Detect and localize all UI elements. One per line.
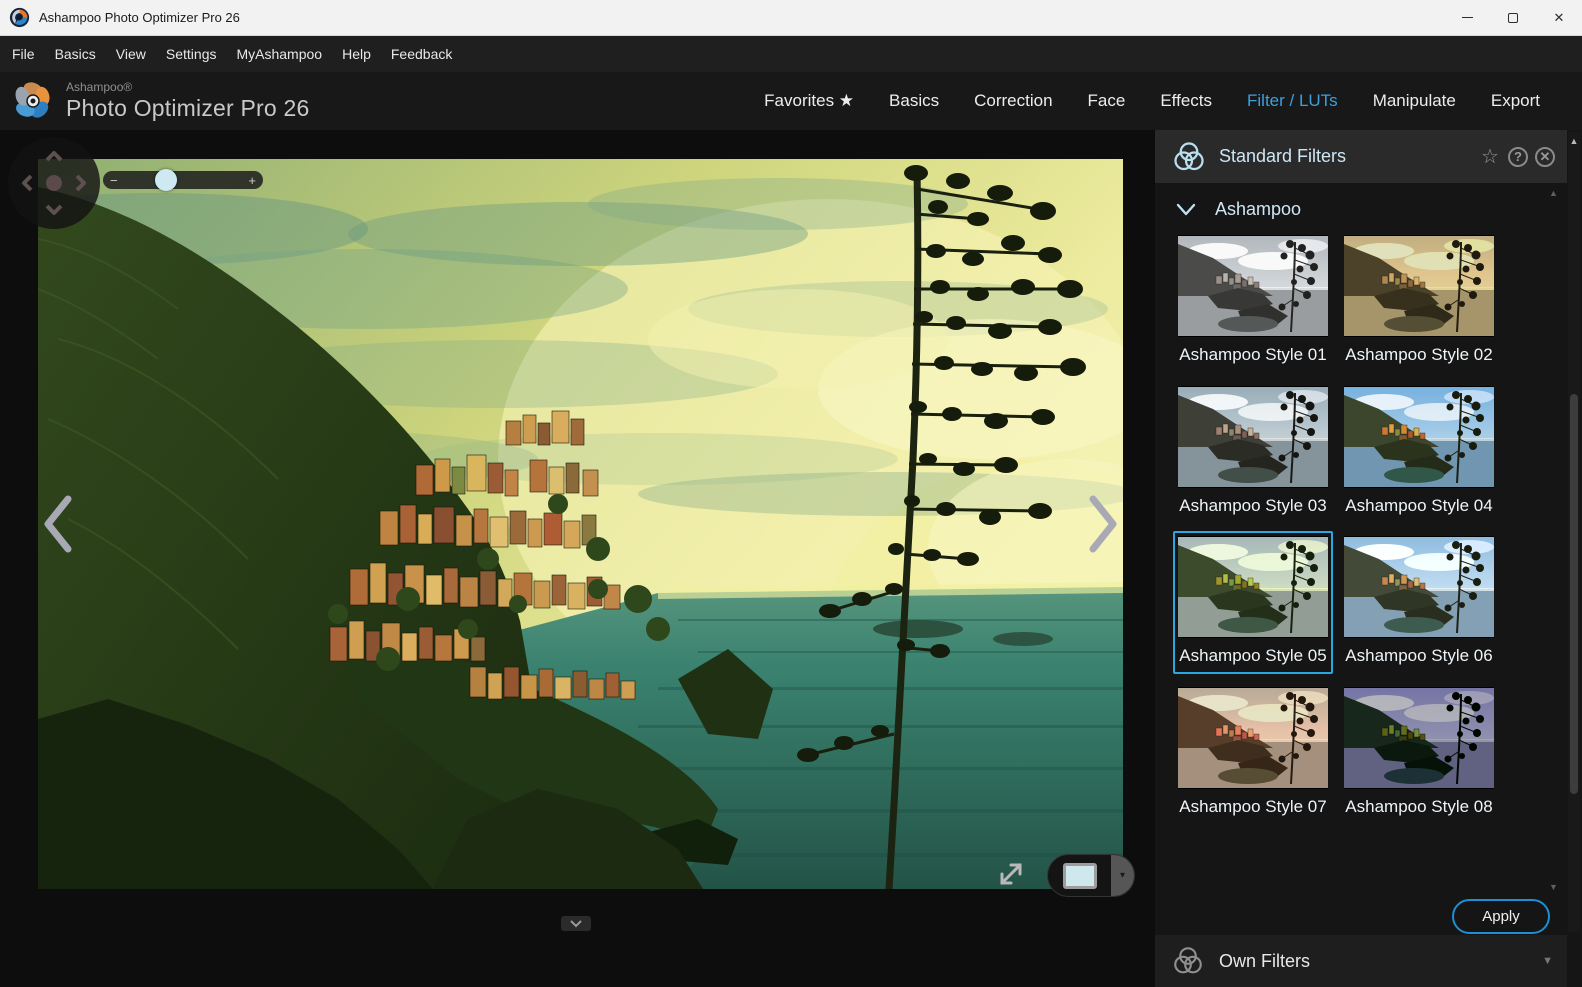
filter-thumbnail — [1178, 235, 1328, 337]
viewer-area: − + ▾ — [0, 130, 1155, 987]
filter-thumbnail — [1178, 386, 1328, 488]
tab-basics[interactable]: Basics — [889, 91, 939, 111]
filter-thumbnail — [1344, 536, 1494, 638]
apply-button[interactable]: Apply — [1452, 899, 1550, 934]
filter-item-02[interactable]: Ashampoo Style 02 — [1339, 230, 1499, 373]
window-controls: ✕ — [1444, 0, 1582, 35]
close-button[interactable]: ✕ — [1536, 0, 1582, 35]
zoom-slider[interactable]: − + — [103, 171, 263, 189]
scrollbar-thumb[interactable] — [1570, 394, 1578, 794]
panel-scrollbar[interactable]: ▲ — [1568, 132, 1580, 932]
filter-thumbnail — [1178, 687, 1328, 789]
filters-grid: Ashampoo Style 01 Ashampoo Style 02 Asha… — [1173, 230, 1563, 825]
filter-item-04[interactable]: Ashampoo Style 04 — [1339, 381, 1499, 524]
filter-label: Ashampoo Style 03 — [1178, 494, 1328, 519]
list-scroll-up-icon[interactable]: ▲ — [1549, 188, 1558, 198]
zoom-in-icon[interactable]: + — [248, 173, 256, 188]
filters-panel-header: Standard Filters ☆ ? ✕ — [1155, 130, 1567, 183]
ashampoo-swirl-icon — [10, 78, 56, 124]
tab-effects[interactable]: Effects — [1160, 91, 1212, 111]
filter-item-08[interactable]: Ashampoo Style 08 — [1339, 682, 1499, 825]
standard-filters-icon — [1171, 139, 1207, 175]
pan-control[interactable] — [8, 137, 100, 229]
tab-correction[interactable]: Correction — [974, 91, 1052, 111]
photo-manarola-filtered — [38, 159, 1123, 889]
next-image-button[interactable] — [1086, 494, 1120, 554]
filter-label: Ashampoo Style 02 — [1344, 343, 1494, 368]
filter-group-ashampoo[interactable]: Ashampoo — [1173, 196, 1301, 222]
collapse-toolbar-tab[interactable] — [561, 916, 591, 931]
list-scroll-down-icon[interactable]: ▼ — [1549, 882, 1558, 892]
scrollbar-up-icon[interactable]: ▲ — [1568, 136, 1580, 146]
filter-item-07[interactable]: Ashampoo Style 07 — [1173, 682, 1333, 825]
own-filters-section[interactable]: Own Filters ▼ — [1155, 935, 1567, 987]
maximize-button[interactable] — [1490, 0, 1536, 35]
menu-settings[interactable]: Settings — [156, 46, 227, 62]
filter-item-01[interactable]: Ashampoo Style 01 — [1173, 230, 1333, 373]
own-filters-label: Own Filters — [1219, 951, 1310, 972]
panel-title: Standard Filters — [1219, 146, 1346, 167]
tab-filter-luts[interactable]: Filter / LUTs — [1247, 91, 1338, 111]
view-mode-button[interactable]: ▾ — [1047, 854, 1135, 897]
own-filters-scroll-icon[interactable]: ▼ — [1542, 955, 1553, 967]
app-window: Ashampoo Photo Optimizer Pro 26 ✕ File B… — [0, 0, 1582, 987]
own-filters-icon — [1171, 944, 1205, 978]
filter-label: Ashampoo Style 04 — [1344, 494, 1494, 519]
zoom-slider-thumb[interactable] — [155, 169, 177, 191]
menu-file[interactable]: File — [10, 46, 45, 62]
favorite-star-icon[interactable]: ☆ — [1479, 146, 1501, 168]
menu-feedback[interactable]: Feedback — [381, 46, 462, 62]
view-mode-dropdown[interactable]: ▾ — [1111, 855, 1134, 896]
main-tabs: Favorites ★ Basics Correction Face Effec… — [764, 91, 1582, 111]
panel-close-icon[interactable]: ✕ — [1535, 147, 1555, 167]
menu-myashampoo[interactable]: MyAshampoo — [226, 46, 332, 62]
menu-basics[interactable]: Basics — [45, 46, 106, 62]
menu-view[interactable]: View — [106, 46, 156, 62]
filter-item-06[interactable]: Ashampoo Style 06 — [1339, 531, 1499, 674]
apply-label: Apply — [1482, 908, 1520, 925]
tab-face[interactable]: Face — [1088, 91, 1126, 111]
filters-panel: Standard Filters ☆ ? ✕ Ashampoo — [1155, 130, 1582, 987]
filter-thumbnail — [1178, 536, 1328, 638]
app-logo-icon — [9, 7, 30, 28]
fullscreen-button[interactable] — [995, 858, 1027, 890]
filter-item-03[interactable]: Ashampoo Style 03 — [1173, 381, 1333, 524]
filter-label: Ashampoo Style 05 — [1178, 644, 1328, 669]
menu-help[interactable]: Help — [332, 46, 381, 62]
image-preview — [38, 159, 1123, 889]
filter-thumbnail — [1344, 235, 1494, 337]
window-title: Ashampoo Photo Optimizer Pro 26 — [39, 10, 240, 25]
tab-export[interactable]: Export — [1491, 91, 1540, 111]
filter-item-05[interactable]: Ashampoo Style 05 — [1173, 531, 1333, 674]
filter-label: Ashampoo Style 07 — [1178, 795, 1328, 820]
brand-product: Photo Optimizer Pro 26 — [66, 95, 309, 121]
expand-icon — [995, 858, 1027, 890]
title-bar: Ashampoo Photo Optimizer Pro 26 ✕ — [0, 0, 1582, 36]
tab-manipulate[interactable]: Manipulate — [1373, 91, 1456, 111]
brand-company: Ashampoo® — [66, 81, 309, 95]
filter-label: Ashampoo Style 06 — [1344, 644, 1494, 669]
help-icon[interactable]: ? — [1508, 147, 1528, 167]
previous-image-button[interactable] — [41, 494, 75, 554]
filter-label: Ashampoo Style 08 — [1344, 795, 1494, 820]
minimize-button[interactable] — [1444, 0, 1490, 35]
menu-bar: File Basics View Settings MyAshampoo Hel… — [0, 36, 1582, 72]
filter-label: Ashampoo Style 01 — [1178, 343, 1328, 368]
filter-thumbnail — [1344, 687, 1494, 789]
chevron-down-icon — [1173, 196, 1199, 222]
filter-thumbnail — [1344, 386, 1494, 488]
single-view-icon — [1048, 863, 1111, 889]
tab-favorites[interactable]: Favorites ★ — [764, 91, 854, 111]
filter-group-label: Ashampoo — [1215, 199, 1301, 220]
zoom-out-icon[interactable]: − — [110, 173, 118, 188]
brand: Ashampoo® Photo Optimizer Pro 26 — [10, 78, 309, 124]
app-header: Ashampoo® Photo Optimizer Pro 26 Favorit… — [0, 72, 1582, 130]
